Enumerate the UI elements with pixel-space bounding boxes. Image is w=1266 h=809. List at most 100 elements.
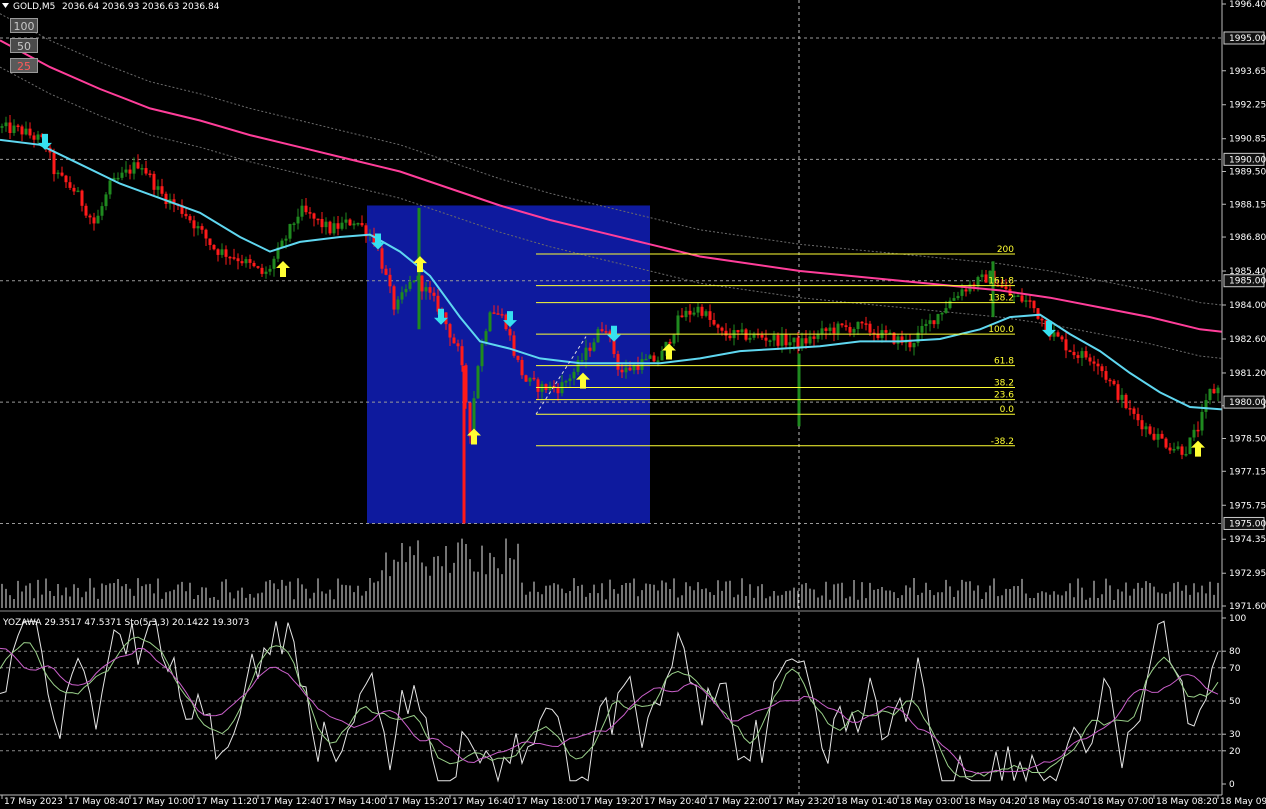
- candle: [208, 238, 212, 245]
- candle: [836, 323, 840, 334]
- candle: [312, 213, 316, 219]
- candle: [652, 355, 656, 362]
- x-tick-label: 18 May 07:00: [1092, 797, 1154, 807]
- x-tick-label: 18 May 03:00: [900, 797, 962, 807]
- y-tick-label: 1972.95: [1229, 569, 1266, 579]
- candle: [932, 320, 936, 325]
- candle: [240, 261, 244, 264]
- candle: [656, 360, 660, 362]
- candle: [488, 312, 492, 332]
- fib-level-label: 0.0: [1000, 405, 1015, 415]
- candle: [1172, 449, 1176, 451]
- candle: [244, 259, 248, 264]
- x-tick-label: 17 May 12:40: [260, 797, 322, 807]
- candle: [332, 223, 336, 234]
- x-tick-label: 17 May 23:20: [772, 797, 834, 807]
- candle: [596, 329, 600, 343]
- y-tick-label: 1982.60: [1229, 335, 1266, 345]
- x-tick-label: 18 May 08:20: [1156, 797, 1218, 807]
- candle: [1072, 351, 1076, 356]
- candle: [944, 308, 948, 313]
- candle: [1124, 394, 1128, 409]
- candle: [760, 334, 764, 338]
- candle: [216, 249, 220, 255]
- candle: [16, 125, 20, 128]
- candle: [1136, 413, 1140, 421]
- candle: [668, 341, 672, 344]
- candle: [304, 205, 308, 213]
- candle: [1024, 300, 1028, 302]
- candle: [184, 213, 188, 217]
- candle: [100, 206, 104, 216]
- osc-y-tick-label: 0: [1229, 780, 1235, 790]
- candle: [164, 193, 168, 204]
- candle: [264, 271, 268, 274]
- candle: [512, 335, 516, 356]
- candle: [852, 328, 856, 333]
- x-tick-label: 18 May 05:40: [1028, 797, 1090, 807]
- fib-level-label: -38.2: [991, 437, 1014, 447]
- candle: [924, 323, 928, 327]
- candle: [544, 384, 548, 390]
- candle: [616, 354, 620, 370]
- fib-level-label: 100.0: [988, 325, 1014, 335]
- candle: [1108, 379, 1112, 382]
- candle: [640, 359, 644, 370]
- fib-level-label: 23.6: [994, 391, 1014, 401]
- candle: [780, 334, 784, 346]
- candle: [352, 223, 356, 226]
- candle: [1068, 350, 1072, 352]
- candle: [896, 336, 900, 344]
- y-tick-label: 1986.80: [1229, 233, 1266, 243]
- fib-level-label: 161.8: [988, 277, 1014, 287]
- candle: [404, 288, 408, 293]
- candle: [1152, 433, 1156, 440]
- candle: [604, 331, 608, 333]
- candle: [776, 335, 780, 346]
- candle: [856, 321, 860, 329]
- candle: [716, 324, 720, 328]
- candle: [952, 298, 956, 301]
- candle: [52, 152, 56, 175]
- zoom-25-button[interactable]: 25: [10, 58, 38, 73]
- candle: [1060, 336, 1064, 340]
- candle: [796, 337, 800, 349]
- candle: [584, 347, 588, 361]
- price-chart-canvas[interactable]: 200161.8138.2100.061.838.223.60.0-38.219…: [0, 0, 1266, 809]
- candle: [980, 274, 984, 278]
- candle: [24, 128, 28, 135]
- candle: [104, 194, 108, 207]
- candle: [344, 219, 348, 223]
- x-tick-label: 18 May 09:40: [1220, 797, 1266, 807]
- chart-window: 200 161.8 138.2 100.0 61.8 38.2 23.6 0.0 -38.2 19…: [0, 0, 1266, 809]
- osc-y-tick-label: 20: [1229, 747, 1241, 757]
- price-level-tag-label: 1995.00: [1229, 34, 1266, 44]
- x-tick-label: 17 May 15:20: [388, 797, 450, 807]
- candle: [764, 337, 768, 341]
- candle: [144, 168, 148, 174]
- candle: [448, 324, 452, 338]
- candle: [984, 274, 988, 283]
- candle: [328, 221, 332, 234]
- candle: [252, 262, 256, 267]
- candle: [1164, 438, 1168, 448]
- candle: [828, 327, 832, 331]
- candle: [948, 300, 952, 309]
- zoom-50-button[interactable]: 50: [10, 38, 38, 53]
- candle: [360, 223, 364, 226]
- candle: [36, 134, 40, 140]
- candle: [420, 275, 424, 292]
- candle: [462, 365, 466, 524]
- candle: [200, 226, 204, 230]
- y-tick-label: 1974.35: [1229, 535, 1266, 545]
- candle: [572, 371, 576, 379]
- x-tick-label: 17 May 08:40: [68, 797, 130, 807]
- candle: [1180, 446, 1184, 455]
- zoom-100-button[interactable]: 100: [10, 18, 38, 33]
- candle: [628, 367, 632, 371]
- candle: [236, 258, 240, 262]
- osc-y-tick-label: 80: [1229, 647, 1241, 657]
- candle: [188, 216, 192, 221]
- chevron-down-icon[interactable]: [2, 3, 9, 8]
- y-tick-label: 1992.25: [1229, 101, 1266, 111]
